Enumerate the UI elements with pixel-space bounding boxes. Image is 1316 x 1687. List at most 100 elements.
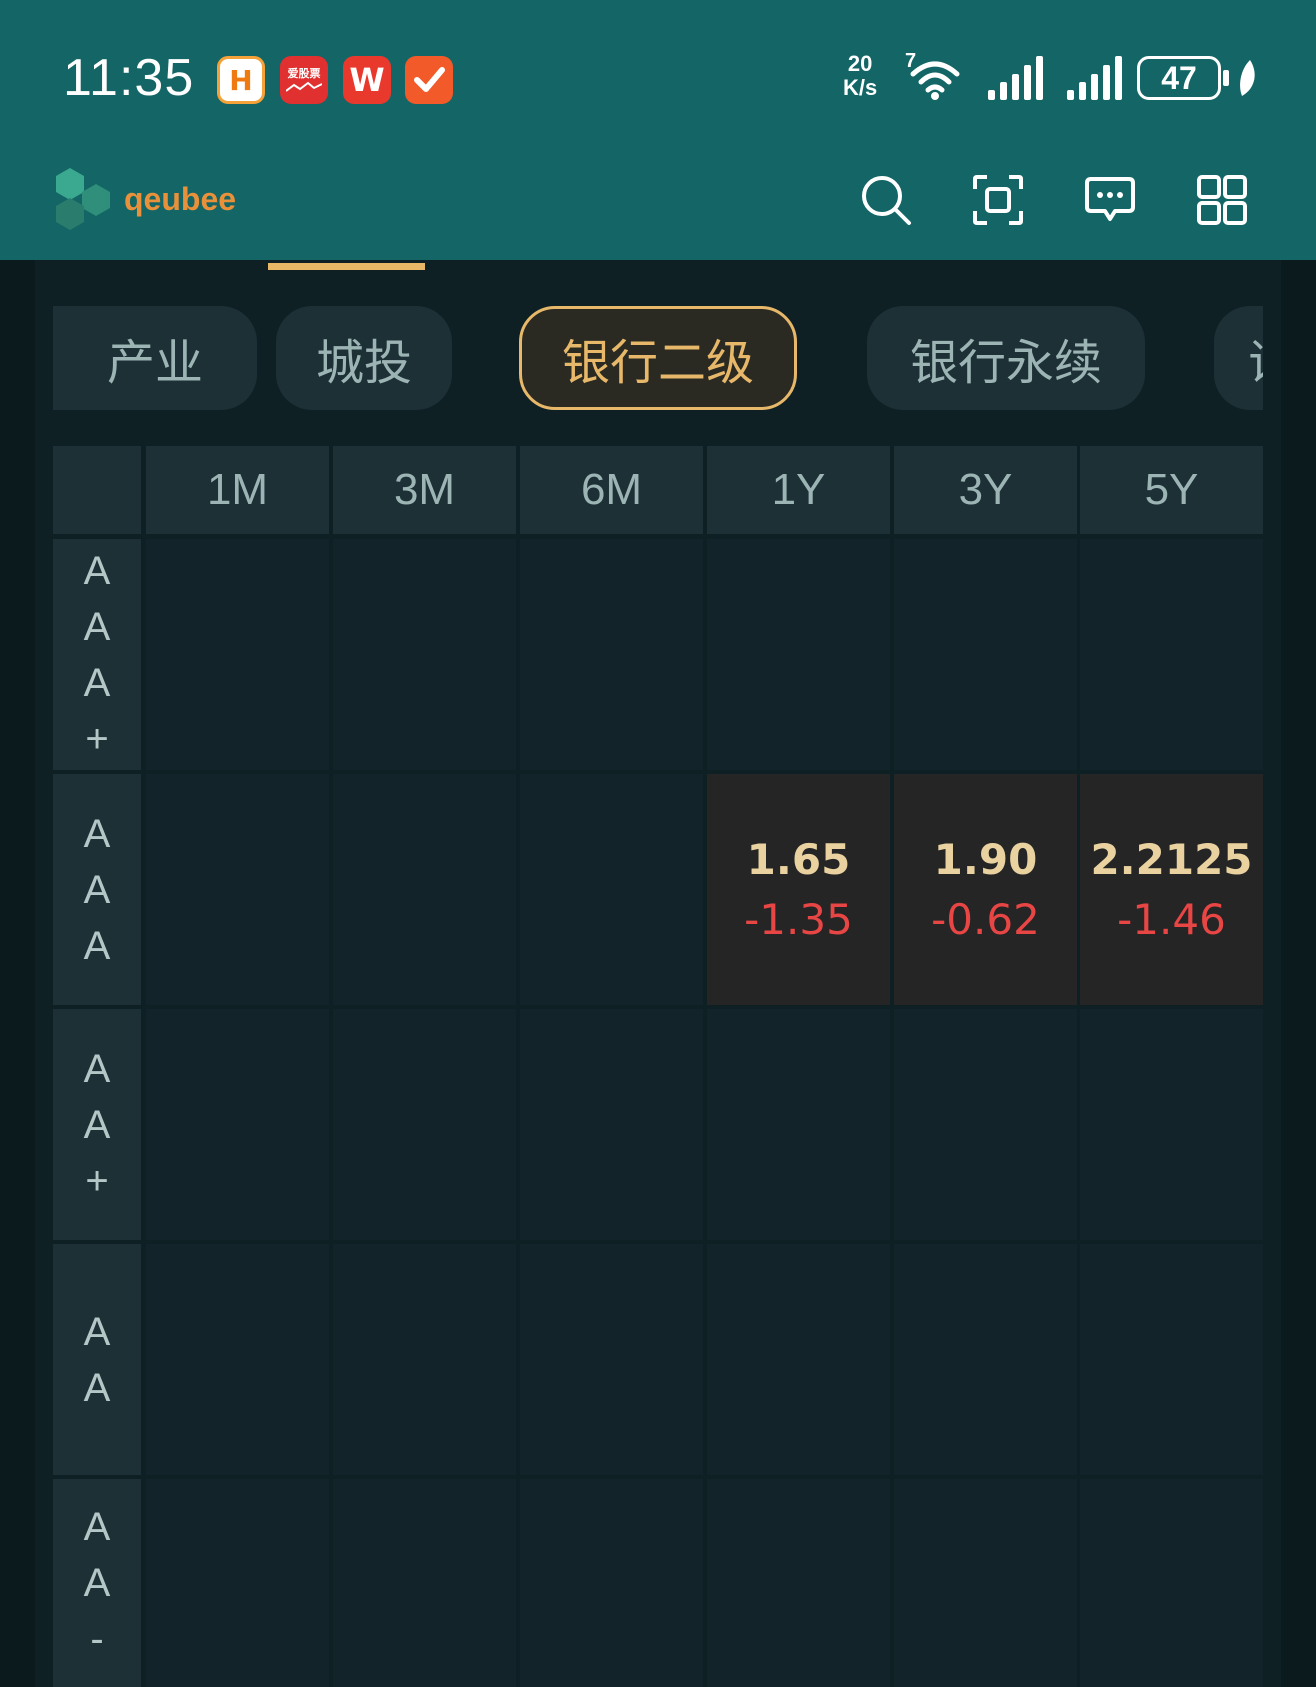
row-label-char: -	[90, 1617, 104, 1661]
signal-icon-1	[988, 56, 1043, 100]
row-label-char: A	[83, 660, 111, 705]
aigupiao-icon: 爱股票	[280, 56, 328, 104]
row-label-char: A	[83, 1365, 111, 1410]
message-button[interactable]	[1080, 170, 1140, 230]
stock-line-icon	[286, 81, 322, 92]
yield-change: -1.35	[744, 894, 853, 944]
grid-cell[interactable]	[894, 1479, 1077, 1687]
row-label-aaa-plus[interactable]: A A A +	[53, 539, 141, 770]
row-label-char: A	[83, 811, 111, 856]
grid-cell-aaa-1y[interactable]: 1.65 -1.35	[707, 774, 890, 1005]
grid-cell[interactable]	[894, 1244, 1077, 1475]
cube-logo-icon	[56, 168, 110, 230]
yield-grid: 1M 3M 6M 1Y 3Y 5Y A A A + A A A 1.65 -1.…	[53, 446, 1263, 1687]
grid-cell[interactable]	[1080, 1244, 1263, 1475]
grid-cell-aaa-3y[interactable]: 1.90 -0.62	[894, 774, 1077, 1005]
notification-app-icon: H	[217, 56, 265, 104]
row-label-char: A	[83, 1046, 111, 1091]
grid-cell[interactable]	[707, 1009, 890, 1240]
wps-icon-label: W	[349, 61, 385, 99]
grid-cell[interactable]	[333, 1479, 516, 1687]
grid-cell[interactable]	[333, 774, 516, 1005]
grid-cell[interactable]	[1080, 1479, 1263, 1687]
network-speed-unit: K/s	[843, 75, 878, 100]
grid-cell[interactable]	[707, 1244, 890, 1475]
yield-value: 1.65	[746, 834, 851, 884]
yield-value: 2.2125	[1090, 834, 1253, 884]
tab-urban-investment[interactable]: 城投	[276, 306, 452, 410]
category-tabs: 产业 城投 银行二级 银行永续 证	[53, 306, 1263, 410]
tab-bank-tier2[interactable]: 银行二级	[519, 306, 797, 410]
row-label-aa-plus[interactable]: A A +	[53, 1009, 141, 1240]
grid-cell[interactable]	[146, 1479, 329, 1687]
tab-active-indicator	[268, 263, 425, 270]
battery-indicator: 47	[1137, 56, 1221, 100]
tab-securities-label: 证	[1248, 323, 1263, 393]
aigupiao-icon-label: 爱股票	[287, 67, 321, 80]
column-header-5y[interactable]: 5Y	[1080, 446, 1263, 534]
grid-cell[interactable]	[146, 539, 329, 770]
column-header-1m[interactable]: 1M	[146, 446, 329, 534]
grid-corner-cell	[53, 446, 141, 534]
row-label-char: A	[83, 1561, 111, 1605]
message-icon	[1085, 177, 1135, 221]
tab-securities[interactable]: 证	[1214, 306, 1263, 410]
status-bar: 11:35 H 爱股票 W 20 K/s 7 47	[0, 0, 1316, 140]
row-label-char: A	[83, 604, 111, 649]
grid-cell[interactable]	[520, 774, 703, 1005]
grid-cell[interactable]	[894, 1009, 1077, 1240]
row-label-char: +	[85, 716, 109, 761]
signal-icon-2	[1067, 56, 1122, 100]
grid-cell[interactable]	[520, 1479, 703, 1687]
tab-bank-perpetual[interactable]: 银行永续	[867, 306, 1145, 410]
grid-cell[interactable]	[146, 1244, 329, 1475]
tab-industry-label: 产业	[106, 335, 203, 391]
row-label-aa-minus[interactable]: A A -	[53, 1479, 141, 1687]
brand-name: qeubee	[124, 180, 237, 217]
scan-icon	[973, 175, 1023, 225]
grid-cell[interactable]	[146, 1009, 329, 1240]
grid-cell[interactable]	[520, 539, 703, 770]
status-time: 11:35	[63, 49, 195, 107]
grid-cell[interactable]	[1080, 1009, 1263, 1240]
column-header-6m[interactable]: 6M	[520, 446, 703, 534]
network-speed: 20 K/s	[843, 52, 877, 100]
row-label-aa[interactable]: A A	[53, 1244, 141, 1475]
row-label-char: A	[83, 1309, 111, 1354]
search-button[interactable]	[856, 170, 916, 230]
grid-menu-button[interactable]	[1192, 170, 1252, 230]
grid-menu-icon	[1197, 175, 1247, 225]
grid-cell[interactable]	[333, 539, 516, 770]
tab-industry[interactable]: 产业	[53, 306, 257, 410]
wps-icon: W	[343, 56, 391, 104]
column-header-1y[interactable]: 1Y	[707, 446, 890, 534]
grid-cell[interactable]	[520, 1009, 703, 1240]
grid-cell[interactable]	[894, 539, 1077, 770]
brand-logo[interactable]: qeubee	[50, 164, 236, 234]
leaf-icon	[1240, 60, 1255, 96]
grid-cell-aaa-5y[interactable]: 2.2125 -1.46	[1080, 774, 1263, 1005]
grid-cell[interactable]	[520, 1244, 703, 1475]
grid-cell[interactable]	[707, 539, 890, 770]
grid-cell[interactable]	[146, 774, 329, 1005]
row-label-char: A	[83, 548, 111, 593]
scan-button[interactable]	[968, 170, 1028, 230]
row-label-aaa[interactable]: A A A	[53, 774, 141, 1005]
task-check-icon	[405, 56, 453, 104]
battery-tip	[1223, 70, 1229, 86]
grid-cell[interactable]	[333, 1009, 516, 1240]
tab-urban-investment-label: 城投	[315, 335, 412, 391]
row-label-char: A	[83, 867, 111, 912]
grid-cell[interactable]	[333, 1244, 516, 1475]
row-label-char: A	[83, 1102, 111, 1147]
grid-cell[interactable]	[707, 1479, 890, 1687]
search-icon	[862, 176, 911, 225]
tab-bank-perpetual-label: 银行永续	[909, 335, 1102, 391]
row-label-char: A	[83, 923, 111, 968]
yield-value: 1.90	[933, 834, 1038, 884]
column-header-3y[interactable]: 3Y	[894, 446, 1077, 534]
column-header-3m[interactable]: 3M	[333, 446, 516, 534]
yield-change: -0.62	[931, 894, 1040, 944]
grid-cell[interactable]	[1080, 539, 1263, 770]
tab-bank-tier2-label: 银行二级	[561, 335, 754, 391]
